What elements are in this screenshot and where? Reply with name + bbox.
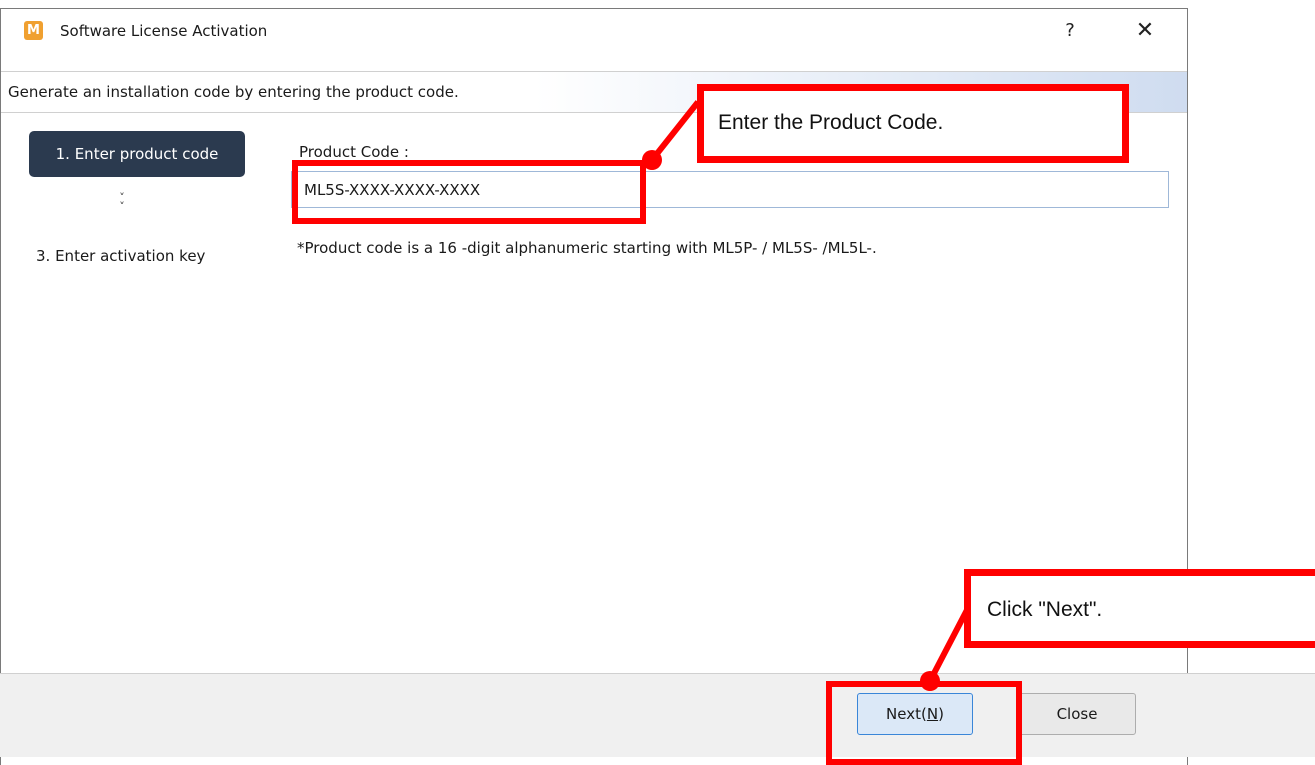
callout-enter-product-code: Enter the Product Code. (697, 84, 1129, 163)
callout-click-next: Click "Next". (964, 569, 1315, 648)
highlight-next-button (826, 681, 1022, 765)
screenshot-stage: M Software License Activation ? ✕ Genera… (0, 0, 1315, 765)
callout-next-text: Click "Next". (987, 598, 1103, 621)
leader-line-product (649, 100, 701, 162)
callout-product-text: Enter the Product Code. (718, 111, 944, 134)
leader-line-next (927, 606, 971, 683)
highlight-product-code (292, 160, 646, 224)
